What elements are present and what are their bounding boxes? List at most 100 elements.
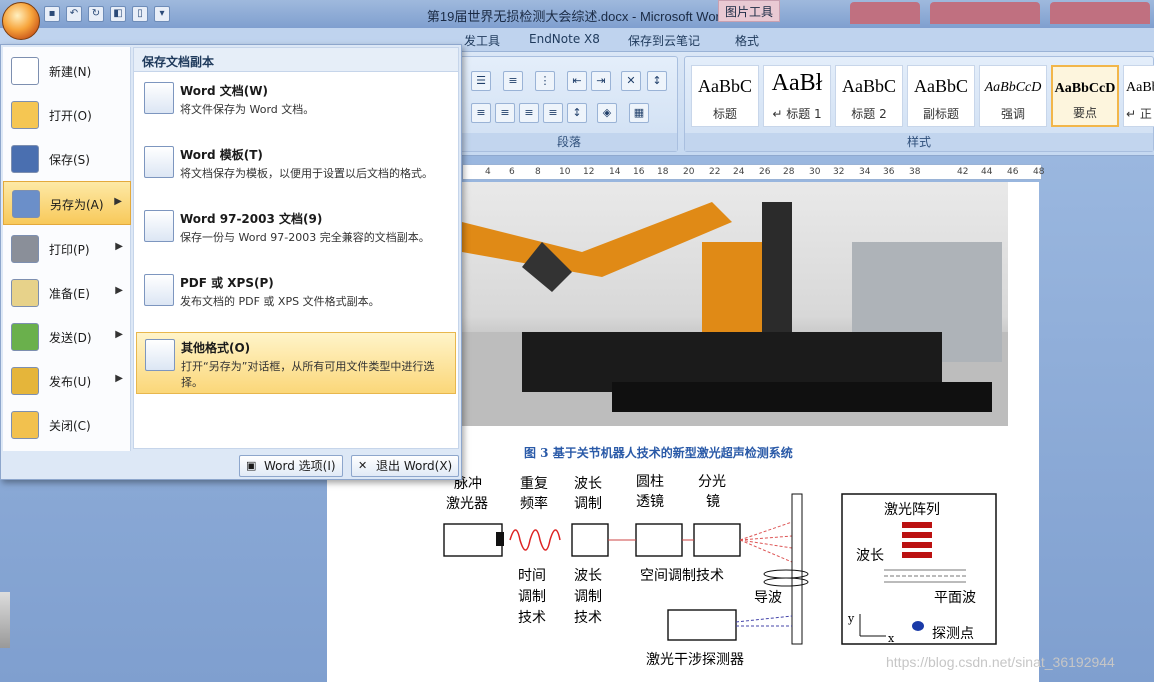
submenu-arrow-icon: ▶ [115, 329, 123, 340]
style-heading-1[interactable]: AaBł ↵ 标题 1 [763, 65, 831, 127]
style-name: 标题 2 [851, 107, 887, 121]
save-as-submenu: 保存文档副本 Word 文档(W) 将文件保存为 Word 文档。 Word 模板(… [133, 47, 459, 449]
menu-item-label: 发送(D) [49, 331, 92, 345]
save-as-option-pdf-xps[interactable]: PDF 或 XPS(P) 发布文档的 PDF 或 XPS 文件格式副本。 [136, 268, 456, 330]
ruler-tick-label: 18 [657, 167, 669, 177]
style-name: 副标题 [922, 107, 959, 121]
exit-word-label: 退出 Word(X) [376, 459, 453, 473]
shading-icon[interactable]: ◈ [597, 103, 617, 123]
label-time-mod: 时间调制技术 [518, 568, 546, 626]
horizontal-ruler[interactable]: 4 6 8 10 12 14 16 18 20 22 24 26 28 30 32 34 36 38 42 44 46 4… [462, 164, 1045, 180]
label-splitter: 分光镜 [698, 474, 726, 510]
style-name: 标题 [712, 107, 737, 121]
style-name: 要点 [1072, 106, 1097, 120]
borders-icon[interactable]: ▦ [629, 103, 649, 123]
menu-item-label: 关闭(C) [49, 419, 91, 433]
menu-item-open-folder[interactable]: 打开(O) [3, 93, 131, 137]
menu-item-send[interactable]: 发送(D) ▶ [3, 315, 131, 359]
menu-item-print[interactable]: 打印(P) ▶ [3, 227, 131, 271]
prepare-icon [11, 279, 39, 307]
exit-word-button[interactable]: ✕ 退出 Word(X) [351, 455, 460, 477]
option-description: 打开“另存为”对话框，从所有可用文件类型中进行选择。 [181, 360, 435, 389]
style-title[interactable]: AaBbC 标题 [691, 65, 759, 127]
ruler-tick-label: 48 [1033, 167, 1045, 177]
label-axis-x: x [888, 632, 895, 645]
menu-item-publish[interactable]: 发布(U) ▶ [3, 359, 131, 403]
window-title: 第19届世界无损检测大会综述.docx - Microsoft Word [426, 9, 728, 24]
save-as-option-word-97[interactable]: Word 97-2003 文档(9) 保存一份与 Word 97-2003 完全兼… [136, 204, 456, 266]
style-strong[interactable]: AaBbCcD 要点 [1051, 65, 1119, 127]
ruler-tick-label: 32 [833, 167, 845, 177]
label-wavelength-tech: 波长调制技术 [574, 568, 602, 626]
ruler-tick-label: 26 [759, 167, 771, 177]
print-icon [11, 235, 39, 263]
menu-item-new-document[interactable]: 新建(N) [3, 49, 131, 93]
chinese-layout-icon[interactable]: ✕ [621, 71, 641, 91]
save-as-option-other-formats[interactable]: 其他格式(O) 打开“另存为”对话框，从所有可用文件类型中进行选择。 [136, 332, 456, 394]
open-folder-icon [11, 101, 39, 129]
tab-developer[interactable]: 发工具 [464, 32, 500, 49]
multilevel-icon[interactable]: ⋮ [535, 71, 555, 91]
robot-photo[interactable] [462, 182, 1008, 426]
office-menu: 新建(N) 打开(O) 保存(S) 另存为(A) ▶ 打印(P) ▶ 准备(E) ▶ 发送(D) ▶… [0, 44, 462, 480]
word-options-button[interactable]: ▣ Word 选项(I) [239, 455, 343, 477]
style-sample: AaBbC [914, 76, 968, 96]
label-array: 激光阵列 [884, 501, 940, 518]
publish-icon [11, 367, 39, 395]
label-guided-wave: 导波 [754, 590, 782, 606]
send-icon [11, 323, 39, 351]
submenu-arrow-icon: ▶ [115, 285, 123, 296]
word-document-icon [144, 82, 174, 114]
menu-item-save-disk[interactable]: 保存(S) [3, 137, 131, 181]
picture-tools-context: 图片工具 [718, 0, 780, 22]
ruler-tick-label: 16 [633, 167, 645, 177]
ruler-tick-label: 28 [783, 167, 795, 177]
menu-item-prepare[interactable]: 准备(E) ▶ [3, 271, 131, 315]
submenu-arrow-icon: ▶ [115, 241, 123, 252]
decrease-indent-icon[interactable]: ⇤ [567, 71, 587, 91]
ruler-tick-label: 24 [733, 167, 745, 177]
option-description: 发布文档的 PDF 或 XPS 文件格式副本。 [180, 295, 380, 308]
menu-item-close-folder[interactable]: 关闭(C) [3, 403, 131, 447]
save-as-option-word-document[interactable]: Word 文档(W) 将文件保存为 Word 文档。 [136, 76, 456, 138]
style-sample: AaBbC [842, 76, 896, 96]
style-sample: AaBł [771, 70, 823, 96]
tab-save-to-cloud[interactable]: 保存到云笔记 [628, 32, 700, 49]
align-center-icon[interactable]: ≡ [495, 103, 515, 123]
option-description: 将文件保存为 Word 文档。 [180, 103, 315, 116]
label-plane-wave: 平面波 [934, 590, 976, 606]
submenu-header: 保存文档副本 [134, 48, 458, 72]
menu-item-label: 打开(O) [49, 109, 92, 123]
office-button[interactable] [2, 2, 40, 40]
style-emphasis[interactable]: AaBbCcD 强调 [979, 65, 1047, 127]
option-title: 其他格式(O) [181, 341, 251, 355]
bullets-icon[interactable]: ☰ [471, 71, 491, 91]
ruler-tick-label: 10 [559, 167, 571, 177]
style-sample: AaBbCcD [1054, 81, 1116, 96]
style-sample: AaBb [1126, 80, 1154, 95]
option-description: 将文档保存为模板，以便用于设置以后文档的格式。 [180, 167, 433, 180]
increase-indent-icon[interactable]: ⇥ [591, 71, 611, 91]
style-normal[interactable]: AaBb ↵ 正 [1123, 65, 1154, 127]
word-97-icon [144, 210, 174, 242]
styles-group-label: 样式 [685, 133, 1153, 151]
ruler-tick-label: 14 [609, 167, 621, 177]
tab-endnote[interactable]: EndNote X8 [529, 32, 600, 46]
label-pulse-laser: 脉冲激光器 [446, 476, 488, 512]
ruler-tick-label: 42 [957, 167, 969, 177]
align-right-icon[interactable]: ≡ [519, 103, 539, 123]
line-spacing-icon[interactable]: ↕ [567, 103, 587, 123]
numbering-icon[interactable]: ≡ [503, 71, 523, 91]
submenu-arrow-icon: ▶ [114, 196, 122, 207]
menu-item-save-as[interactable]: 另存为(A) ▶ [3, 181, 131, 225]
style-heading-2[interactable]: AaBbC 标题 2 [835, 65, 903, 127]
ruler-tick-label: 4 [485, 167, 491, 177]
sort-icon[interactable]: ↕ [647, 71, 667, 91]
save-as-option-word-template[interactable]: Word 模板(T) 将文档保存为模板，以便用于设置以后文档的格式。 [136, 140, 456, 202]
justify-icon[interactable]: ≡ [543, 103, 563, 123]
figure-caption: 图 3 基于关节机器人技术的新型激光超声检测系统 [524, 446, 793, 460]
style-name: ↵ 正 [1126, 107, 1152, 121]
tab-format[interactable]: 格式 [735, 32, 759, 49]
align-left-icon[interactable]: ≡ [471, 103, 491, 123]
style-subtitle[interactable]: AaBbC 副标题 [907, 65, 975, 127]
